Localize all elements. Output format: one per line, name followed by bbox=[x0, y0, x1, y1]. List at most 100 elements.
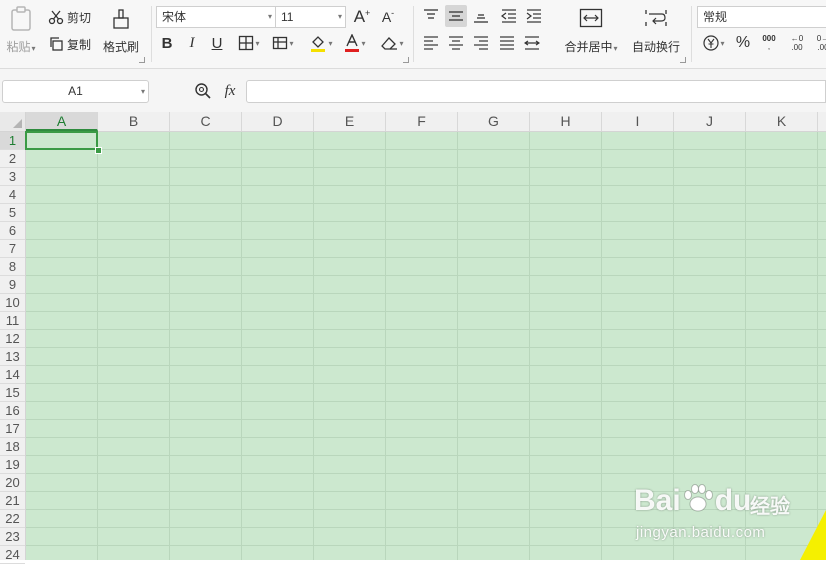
percent-button[interactable]: % bbox=[733, 33, 753, 53]
row-header[interactable]: 23 bbox=[0, 528, 25, 546]
shrink-font-button[interactable]: A- bbox=[379, 6, 397, 28]
copy-button[interactable]: 复制 bbox=[48, 35, 91, 53]
number-format-select[interactable]: 常规 bbox=[697, 6, 826, 28]
grow-font-button[interactable]: A + bbox=[352, 6, 372, 28]
triangle-icon bbox=[13, 119, 22, 128]
row-header[interactable]: 2 bbox=[0, 150, 25, 168]
row-header[interactable]: 7 bbox=[0, 240, 25, 258]
row-header[interactable]: 8 bbox=[0, 258, 25, 276]
row-header[interactable]: 10 bbox=[0, 294, 25, 312]
row-header[interactable]: 6 bbox=[0, 222, 25, 240]
row-header[interactable]: 11 bbox=[0, 312, 25, 330]
borders-button[interactable]: ▾ bbox=[235, 33, 263, 53]
row-header[interactable]: 1 bbox=[0, 132, 25, 150]
arrow-left-icon: ←0 bbox=[790, 34, 804, 43]
paste-label: 粘贴 bbox=[6, 39, 31, 54]
format-painter-button[interactable]: 格式刷 bbox=[101, 6, 141, 56]
select-all-button[interactable] bbox=[0, 112, 26, 132]
row-header[interactable]: 20 bbox=[0, 474, 25, 492]
column-header[interactable]: I bbox=[602, 112, 674, 131]
currency-button[interactable]: ▾ bbox=[700, 33, 728, 53]
row-header[interactable]: 12 bbox=[0, 330, 25, 348]
magnifier-icon bbox=[195, 83, 211, 99]
decrease-indent-button[interactable] bbox=[498, 6, 520, 26]
formula-input[interactable] bbox=[246, 80, 826, 103]
increase-decimal-icon: .00 bbox=[791, 43, 803, 52]
fill-color-button[interactable]: ▾ bbox=[306, 33, 336, 53]
align-right-button[interactable] bbox=[470, 33, 492, 53]
row-header[interactable]: 4 bbox=[0, 186, 25, 204]
thousands-separator-button[interactable]: 000 , bbox=[758, 33, 780, 53]
align-left-button[interactable] bbox=[420, 33, 442, 53]
yellow-corner-mark bbox=[800, 510, 826, 560]
grow-font-icon: A bbox=[353, 7, 366, 26]
alignment-dialog-launcher[interactable] bbox=[680, 57, 686, 63]
cell-style-icon bbox=[273, 36, 288, 50]
paw-icon bbox=[683, 484, 713, 512]
align-middle-button[interactable] bbox=[445, 5, 467, 27]
column-header[interactable]: H bbox=[530, 112, 602, 131]
merge-center-button[interactable]: 合并居中▾ bbox=[560, 6, 622, 56]
column-header[interactable]: D bbox=[242, 112, 314, 131]
column-header[interactable]: A bbox=[26, 112, 98, 131]
distributed-button[interactable] bbox=[521, 33, 543, 53]
column-header[interactable]: G bbox=[458, 112, 530, 131]
row-header[interactable]: 5 bbox=[0, 204, 25, 222]
align-bottom-button[interactable] bbox=[470, 6, 492, 26]
increase-decimal-button[interactable]: ←0 .00 bbox=[786, 33, 808, 53]
row-headers: 1 2 3 4 5 6 7 8 9 10 11 12 13 14 15 16 17 18 19 20 21 22 23 24 bbox=[0, 132, 26, 564]
row-header[interactable]: 24 bbox=[0, 546, 25, 564]
row-header[interactable]: 9 bbox=[0, 276, 25, 294]
fill-handle[interactable] bbox=[95, 147, 102, 154]
wrap-text-button[interactable]: 自动换行 bbox=[628, 6, 684, 56]
borders-icon bbox=[239, 35, 254, 51]
font-dialog-launcher[interactable] bbox=[403, 57, 409, 63]
chevron-down-icon: ▾ bbox=[399, 38, 404, 48]
insert-function-button[interactable]: fx bbox=[219, 81, 241, 101]
column-header[interactable]: K bbox=[746, 112, 818, 131]
row-header[interactable]: 17 bbox=[0, 420, 25, 438]
decrease-decimal-button[interactable]: 0→ .00 bbox=[812, 33, 826, 53]
font-name-select[interactable]: 宋体 ▾ bbox=[156, 6, 276, 28]
row-header[interactable]: 14 bbox=[0, 366, 25, 384]
font-size-select[interactable]: 11 ▾ bbox=[275, 6, 346, 28]
font-color-button[interactable]: ▾ bbox=[341, 33, 369, 53]
column-header[interactable]: C bbox=[170, 112, 242, 131]
font-name-value: 宋体 bbox=[162, 10, 187, 24]
name-box[interactable]: A1 ▾ bbox=[2, 80, 149, 103]
row-header[interactable]: 22 bbox=[0, 510, 25, 528]
indent-icon bbox=[526, 9, 541, 23]
separator bbox=[413, 6, 414, 62]
row-header[interactable]: 18 bbox=[0, 438, 25, 456]
clear-button[interactable]: ▾ bbox=[377, 33, 407, 53]
align-bottom-icon bbox=[474, 14, 488, 23]
column-header[interactable]: E bbox=[314, 112, 386, 131]
column-header[interactable]: B bbox=[98, 112, 170, 131]
column-header[interactable]: J bbox=[674, 112, 746, 131]
column-header[interactable]: F bbox=[386, 112, 458, 131]
chevron-down-icon: ▾ bbox=[328, 38, 333, 48]
paste-button[interactable]: 粘贴▾ bbox=[3, 4, 39, 56]
zoom-formula-button[interactable] bbox=[193, 81, 213, 101]
row-header[interactable]: 3 bbox=[0, 168, 25, 186]
row-header[interactable]: 19 bbox=[0, 456, 25, 474]
underline-icon: U bbox=[211, 34, 223, 52]
row-header[interactable]: 15 bbox=[0, 384, 25, 402]
underline-button[interactable]: U bbox=[207, 33, 227, 53]
clipboard-dialog-launcher[interactable] bbox=[139, 57, 145, 63]
align-top-button[interactable] bbox=[420, 6, 442, 26]
increase-indent-button[interactable] bbox=[523, 6, 545, 26]
outdent-icon bbox=[501, 9, 516, 23]
cell-format-button[interactable]: ▾ bbox=[269, 33, 297, 53]
italic-button[interactable]: I bbox=[182, 33, 202, 53]
cut-button[interactable]: 剪切 bbox=[48, 8, 91, 26]
decrease-decimal-icon: .00 bbox=[817, 43, 826, 52]
row-header[interactable]: 16 bbox=[0, 402, 25, 420]
bold-button[interactable]: B bbox=[157, 33, 177, 53]
row-header[interactable]: 13 bbox=[0, 348, 25, 366]
chevron-down-icon: ▾ bbox=[267, 12, 272, 21]
wrap-text-label: 自动换行 bbox=[631, 39, 680, 54]
justify-button[interactable] bbox=[496, 33, 518, 53]
row-header[interactable]: 21 bbox=[0, 492, 25, 510]
align-center-button[interactable] bbox=[445, 33, 467, 53]
